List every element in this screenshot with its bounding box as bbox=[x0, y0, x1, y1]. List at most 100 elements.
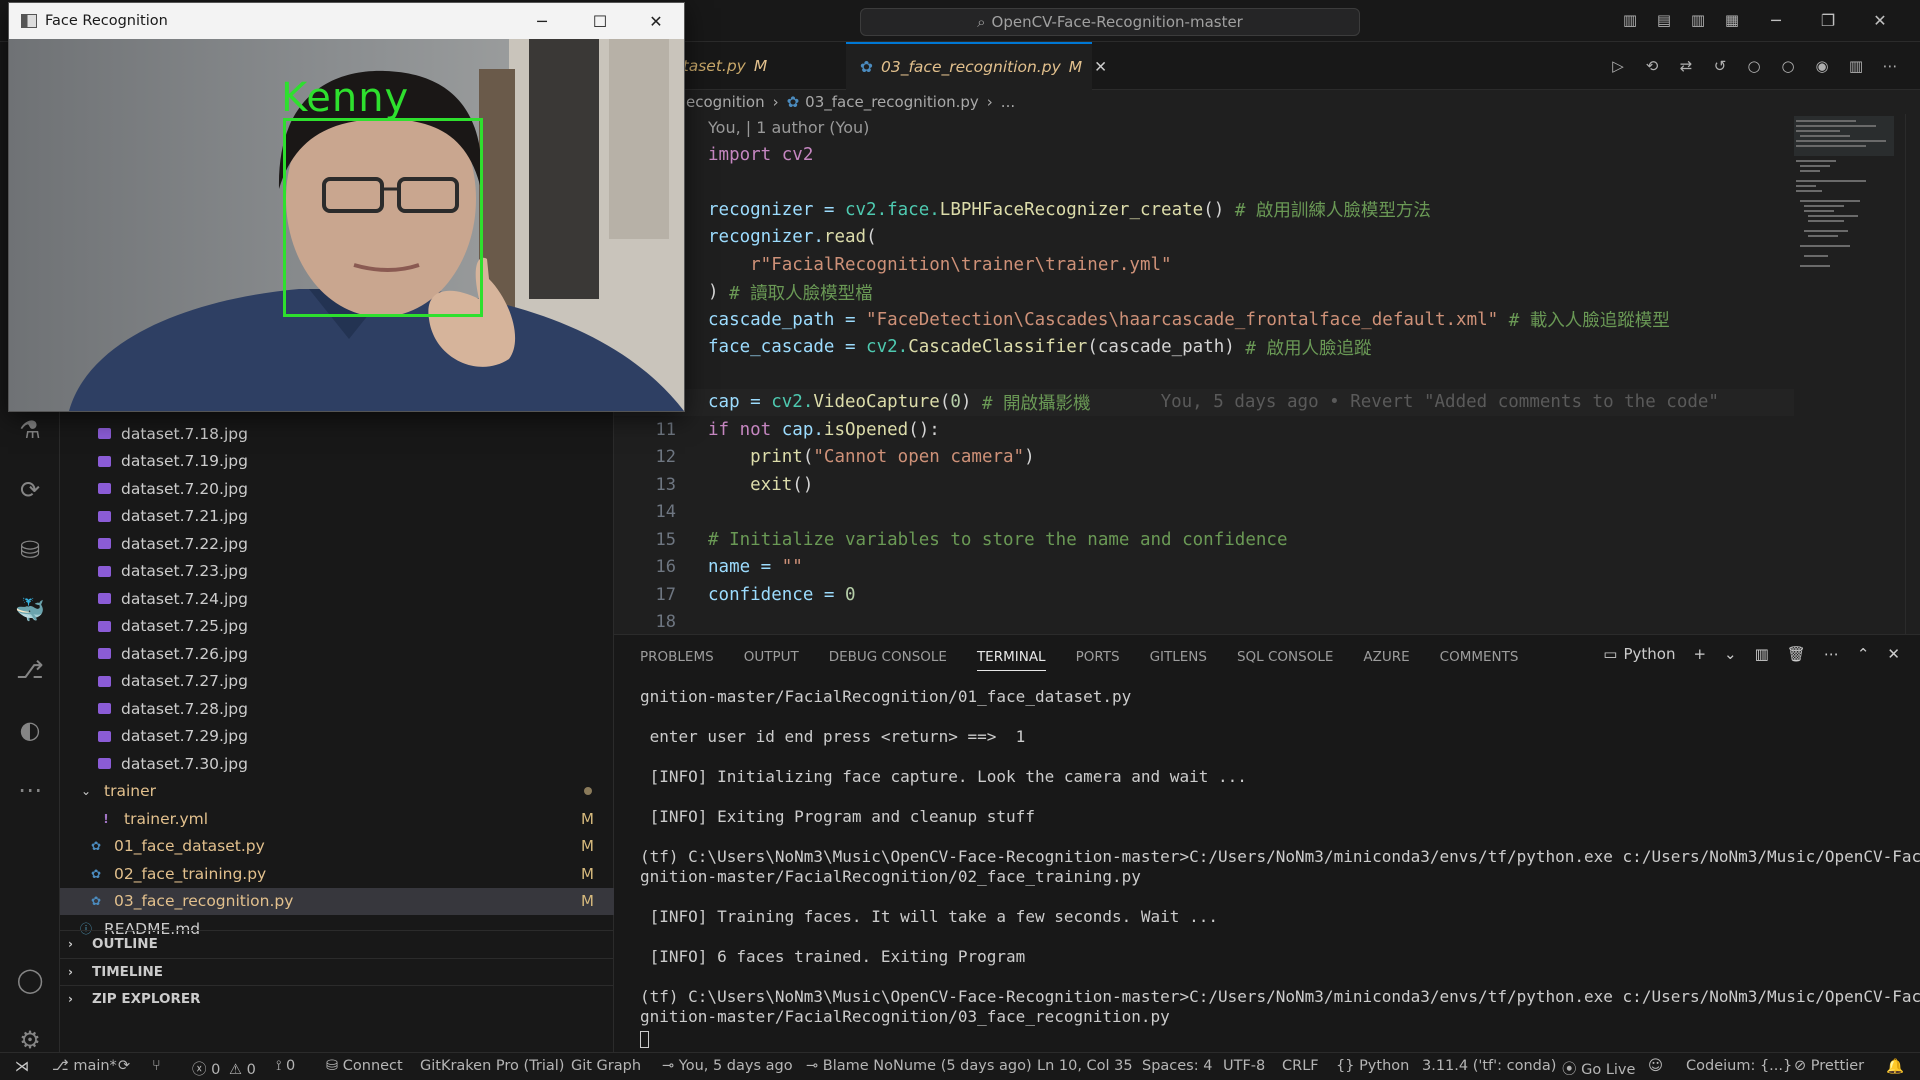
file-tree-item[interactable]: dataset.7.26.jpg bbox=[60, 640, 614, 667]
editor-vertical-scrollbar[interactable] bbox=[1905, 114, 1919, 634]
minimap[interactable] bbox=[1790, 114, 1900, 634]
face-window-minimize-button[interactable]: ─ bbox=[513, 3, 571, 39]
file-tree-item[interactable]: ✿ 01_face_dataset.py M bbox=[60, 833, 614, 860]
tab-comments[interactable]: COMMENTS bbox=[1440, 635, 1519, 679]
terminal-profile-selector[interactable]: ▭ Python bbox=[1603, 645, 1675, 663]
codelens-label[interactable]: You, | 1 author (You) bbox=[708, 118, 869, 137]
notifications-bell-icon[interactable]: 🔔 bbox=[1886, 1058, 1904, 1075]
database-icon[interactable]: ⛁ bbox=[12, 532, 48, 568]
gitlens-inspect-icon[interactable]: ◉ bbox=[1812, 56, 1832, 76]
problems-indicator[interactable]: ⓧ 0 ⚠ 0 bbox=[192, 1058, 256, 1079]
tab-azure[interactable]: AZURE bbox=[1363, 635, 1409, 679]
gitkraken-status[interactable]: GitKraken Pro (Trial) bbox=[420, 1058, 564, 1074]
timeline-history-icon[interactable]: ⟲ bbox=[1642, 56, 1662, 76]
tab-sql-console[interactable]: SQL CONSOLE bbox=[1237, 635, 1333, 679]
accounts-icon[interactable]: ◯ bbox=[12, 962, 48, 998]
next-change-icon[interactable]: ○ bbox=[1778, 56, 1798, 76]
face-window-close-button[interactable]: ✕ bbox=[627, 3, 685, 39]
gitlens-icon[interactable]: ⎇ bbox=[12, 652, 48, 688]
maximize-panel-icon[interactable]: ⌃ bbox=[1857, 645, 1870, 663]
file-tree-item[interactable]: dataset.7.28.jpg bbox=[60, 695, 614, 722]
toggle-primary-sidebar-icon[interactable]: ▥ bbox=[1620, 10, 1640, 30]
file-tree-item[interactable]: ✿ 02_face_training.py M bbox=[60, 860, 614, 887]
git-graph-button[interactable]: Git Graph bbox=[571, 1058, 641, 1074]
breadcrumb-folder[interactable]: ecognition bbox=[686, 93, 765, 111]
run-debug-icon[interactable]: ⟳ bbox=[12, 472, 48, 508]
file-tree-item[interactable]: dataset.7.25.jpg bbox=[60, 613, 614, 640]
window-minimize-button[interactable]: ─ bbox=[1756, 9, 1796, 31]
encoding[interactable]: UTF-8 bbox=[1223, 1058, 1265, 1074]
blame-file[interactable]: ⊸ Blame NoNume (5 days ago) bbox=[806, 1058, 1032, 1074]
folder-trainer[interactable]: ⌄ trainer bbox=[60, 778, 614, 805]
sidebar-section-outline[interactable]: › OUTLINE bbox=[60, 930, 614, 957]
file-tree-item[interactable]: dataset.7.23.jpg bbox=[60, 558, 614, 585]
toggle-secondary-sidebar-icon[interactable]: ▥ bbox=[1688, 10, 1708, 30]
tab-ports[interactable]: PORTS bbox=[1076, 635, 1120, 679]
file-tree-item[interactable]: dataset.7.24.jpg bbox=[60, 585, 614, 612]
file-tree-item[interactable]: dataset.7.29.jpg bbox=[60, 723, 614, 750]
file-tree-item[interactable]: dataset.7.21.jpg bbox=[60, 503, 614, 530]
split-terminal-icon[interactable]: ▥ bbox=[1755, 645, 1769, 663]
chevron-down-icon[interactable]: ⌄ bbox=[1724, 645, 1737, 663]
python-interpreter[interactable]: 3.11.4 ('tf': conda) bbox=[1422, 1058, 1556, 1074]
face-recognition-window[interactable]: Face Recognition ─ ☐ ✕ Kenny bbox=[8, 2, 685, 412]
file-tree-item[interactable]: ✿ 03_face_recognition.py M bbox=[60, 887, 614, 915]
remote-indicator-icon[interactable]: ⋊ bbox=[0, 1053, 44, 1080]
split-editor-icon[interactable]: ▥ bbox=[1846, 56, 1866, 76]
more-views-icon[interactable]: ⋯ bbox=[12, 772, 48, 808]
tab-gitlens[interactable]: GITLENS bbox=[1150, 635, 1207, 679]
customize-layout-icon[interactable]: ▦ bbox=[1722, 10, 1742, 30]
new-terminal-icon[interactable]: + bbox=[1693, 645, 1706, 663]
toggle-panel-icon[interactable]: ▤ bbox=[1654, 10, 1674, 30]
face-window-maximize-button[interactable]: ☐ bbox=[571, 3, 629, 39]
docker-icon[interactable]: 🐳 bbox=[12, 592, 48, 628]
compare-changes-icon[interactable]: ⇄ bbox=[1676, 56, 1696, 76]
terminal-output[interactable]: gnition-master/FacialRecognition/01_face… bbox=[640, 687, 1920, 1048]
file-tree-item[interactable]: dataset.7.27.jpg bbox=[60, 668, 614, 695]
edge-devtools-icon[interactable]: ◐ bbox=[12, 712, 48, 748]
close-panel-icon[interactable]: ✕ bbox=[1887, 645, 1900, 663]
tab-debug-console[interactable]: DEBUG CONSOLE bbox=[829, 635, 947, 679]
more-actions-icon[interactable]: ⋯ bbox=[1824, 645, 1839, 663]
breadcrumb-more[interactable]: ... bbox=[1001, 93, 1015, 111]
file-tree-item[interactable]: dataset.7.20.jpg bbox=[60, 475, 614, 502]
close-tab-icon[interactable]: ✕ bbox=[1094, 58, 1107, 76]
prettier-status[interactable]: ⊘ Prettier bbox=[1794, 1058, 1864, 1074]
connect-button[interactable]: ⛁ Connect bbox=[326, 1058, 403, 1074]
tab-problems[interactable]: PROBLEMS bbox=[640, 635, 714, 679]
file-tree-item[interactable]: ! trainer.yml M bbox=[60, 805, 614, 832]
revert-changes-icon[interactable]: ↺ bbox=[1710, 56, 1730, 76]
end-of-line[interactable]: CRLF bbox=[1282, 1058, 1319, 1074]
copilot-icon[interactable]: ☺ bbox=[1648, 1058, 1663, 1074]
sidebar-section-timeline[interactable]: › TIMELINE bbox=[60, 957, 614, 985]
cursor-position[interactable]: Ln 10, Col 35 bbox=[1037, 1058, 1133, 1074]
code-editor[interactable]: You, | 1 author (You) import cv2 recogni… bbox=[614, 114, 1920, 634]
run-python-file-icon[interactable]: ▷ bbox=[1608, 56, 1628, 76]
git-graph-mini-icon[interactable]: ⑂ bbox=[152, 1058, 161, 1074]
previous-change-icon[interactable]: ○ bbox=[1744, 56, 1764, 76]
trash-icon[interactable]: 🗑 bbox=[1787, 645, 1806, 663]
language-mode[interactable]: {} Python bbox=[1336, 1058, 1409, 1074]
breadcrumb-file[interactable]: 03_face_recognition.py bbox=[805, 93, 979, 111]
file-tree-item[interactable]: dataset.7.19.jpg bbox=[60, 448, 614, 475]
tab-face-recognition[interactable]: ✿ 03_face_recognition.py M ✕ bbox=[846, 42, 1107, 90]
sync-icon[interactable]: ⟳ bbox=[118, 1058, 130, 1074]
ports-indicator[interactable]: ⟟ 0 bbox=[276, 1058, 295, 1074]
blame-current-line[interactable]: ⊸ You, 5 days ago bbox=[662, 1058, 793, 1074]
face-window-titlebar[interactable]: Face Recognition ─ ☐ ✕ bbox=[9, 3, 684, 39]
file-tree-item[interactable]: dataset.7.22.jpg bbox=[60, 530, 614, 557]
testing-flask-icon[interactable]: ⚗ bbox=[12, 412, 48, 448]
file-tree-item[interactable]: dataset.7.30.jpg bbox=[60, 750, 614, 777]
file-tree-item[interactable]: dataset.7.18.jpg bbox=[60, 420, 614, 447]
indentation[interactable]: Spaces: 4 bbox=[1142, 1058, 1212, 1074]
window-close-button[interactable]: ✕ bbox=[1860, 9, 1900, 31]
codeium-status[interactable]: Codeium: {...} bbox=[1686, 1058, 1792, 1074]
window-restore-button[interactable]: ❐ bbox=[1808, 9, 1848, 31]
branch-indicator[interactable]: ⎇ main* bbox=[52, 1058, 117, 1074]
command-center-search[interactable]: ⌕ OpenCV-Face-Recognition-master bbox=[860, 8, 1360, 36]
tab-terminal[interactable]: TERMINAL bbox=[976, 635, 1046, 679]
sidebar-section-zip-explorer[interactable]: › ZIP EXPLORER bbox=[60, 985, 614, 1012]
more-actions-icon[interactable]: ⋯ bbox=[1880, 56, 1900, 76]
tab-output[interactable]: OUTPUT bbox=[744, 635, 799, 679]
go-live-button[interactable]: ⦿ Go Live bbox=[1562, 1058, 1635, 1079]
